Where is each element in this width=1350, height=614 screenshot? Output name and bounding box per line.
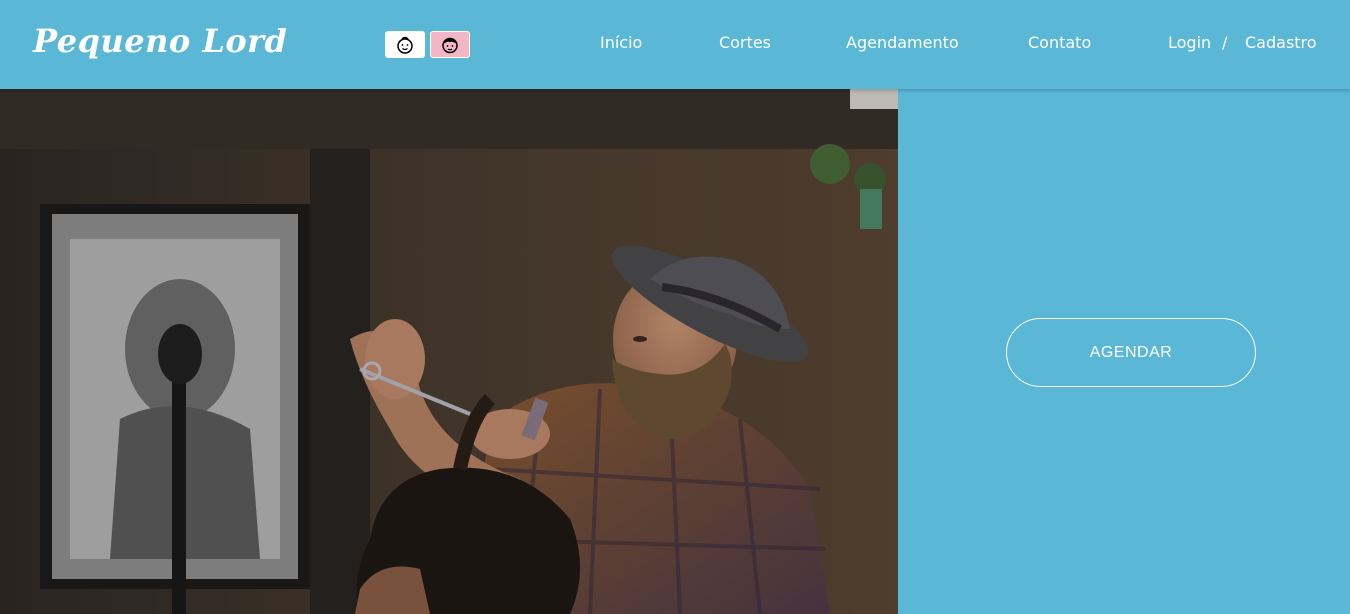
hero-image — [0, 89, 898, 614]
nav-link-agendamento[interactable]: Agendamento — [846, 33, 959, 52]
brand-logo[interactable]: Pequeno Lord — [33, 22, 287, 60]
nav-link-cadastro[interactable]: Cadastro — [1245, 33, 1317, 52]
nav-link-inicio[interactable]: Início — [600, 33, 642, 52]
nav-link-contato[interactable]: Contato — [1028, 33, 1091, 52]
theme-toggle-light[interactable] — [385, 31, 425, 58]
nav-separator: / — [1222, 33, 1228, 52]
agendar-button[interactable]: AGENDAR — [1006, 318, 1256, 387]
nav-link-cortes[interactable]: Cortes — [719, 33, 771, 52]
girl-face-icon — [442, 37, 458, 53]
navbar: Pequeno Lord Início Cortes Agendamento C… — [0, 0, 1350, 89]
theme-toggle-pink[interactable] — [430, 31, 470, 58]
child-face-icon — [397, 36, 413, 54]
nav-link-login[interactable]: Login — [1168, 33, 1211, 52]
